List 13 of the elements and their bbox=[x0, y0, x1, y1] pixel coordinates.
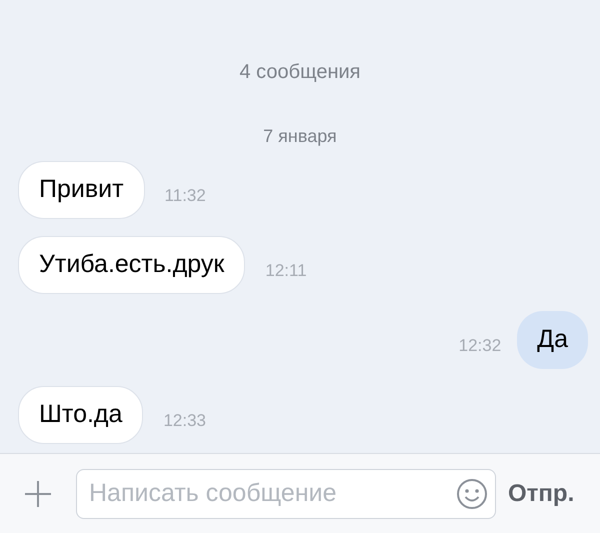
message-bubble: Привит bbox=[18, 161, 145, 219]
message-time: 11:32 bbox=[164, 185, 206, 208]
date-label: 7 января bbox=[263, 125, 337, 148]
message-count: 4 сообщения bbox=[239, 60, 360, 85]
message-bubble: Да bbox=[517, 311, 588, 369]
message-bubble: Што.да bbox=[18, 386, 144, 444]
message-time: 12:11 bbox=[265, 260, 307, 282]
smiley-icon[interactable] bbox=[456, 478, 488, 510]
message-time: 12:33 bbox=[163, 410, 206, 432]
message-time: 12:32 bbox=[458, 335, 502, 358]
message-input[interactable]: Написать сообщение bbox=[76, 468, 496, 518]
message-bubble: Утиба.есть.друк bbox=[18, 236, 246, 294]
send-button[interactable]: Отпр. bbox=[508, 476, 574, 512]
